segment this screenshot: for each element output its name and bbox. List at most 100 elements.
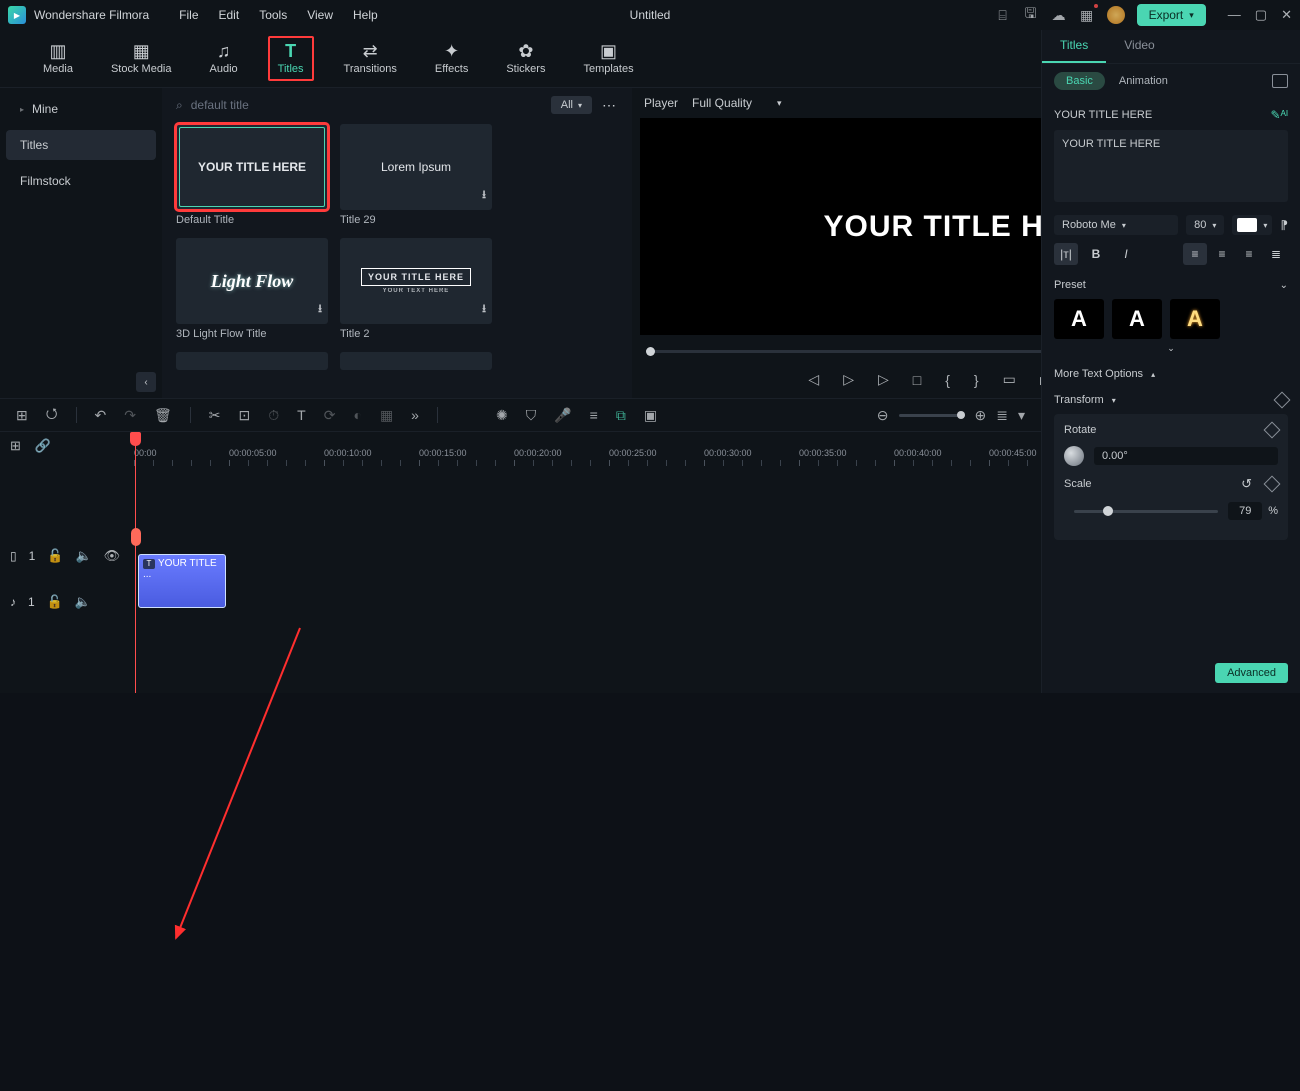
title-preset-light-flow[interactable]: Light Flow⭳ [176, 238, 328, 324]
tab-media[interactable]: ▥Media [35, 38, 81, 79]
delete-button[interactable]: 🗑 [154, 407, 172, 424]
color-icon[interactable]: ◐ [353, 407, 361, 423]
rotate-value[interactable]: 0.00° [1094, 447, 1278, 465]
more-options-icon[interactable]: ⋯ [602, 97, 618, 114]
scale-value[interactable]: 79 [1228, 502, 1262, 520]
play-in-button[interactable]: ▷ [843, 371, 854, 388]
preset-label[interactable]: Preset [1054, 279, 1086, 291]
display-icon[interactable]: ▭ [1003, 371, 1016, 388]
close-button[interactable]: ✕ [1281, 7, 1292, 23]
menu-help[interactable]: Help [353, 8, 378, 22]
tab-titles[interactable]: TTitles [268, 36, 314, 81]
align-right-button[interactable]: ≡ [1237, 243, 1261, 265]
keyframe-icon[interactable] [1264, 422, 1281, 439]
marker-icon[interactable] [131, 528, 141, 546]
select-tool-icon[interactable]: ⭯ [46, 403, 58, 427]
redo-button[interactable]: ↷ [124, 407, 136, 424]
timeline-settings-icon[interactable]: ▾ [1018, 407, 1025, 424]
menu-tools[interactable]: Tools [259, 8, 287, 22]
keyframe-icon[interactable] [1274, 392, 1291, 409]
bold-button[interactable]: B [1084, 243, 1108, 265]
align-center-button[interactable]: ≡ [1210, 243, 1234, 265]
mute-icon[interactable]: 🔈 [75, 594, 91, 610]
rotate-knob[interactable] [1064, 446, 1084, 466]
timeline-grid-icon[interactable]: ⊞ [10, 438, 21, 454]
link-icon[interactable]: 🔗 [35, 438, 51, 454]
stop-button[interactable]: □ [913, 372, 921, 388]
download-icon[interactable]: ⭳ [482, 300, 486, 319]
zoom-in-button[interactable]: ⊕ [975, 407, 987, 424]
mute-icon[interactable]: 🔈 [75, 548, 91, 564]
mixer-icon[interactable]: ≡ [590, 407, 598, 423]
align-left-button[interactable]: ≡ [1183, 243, 1207, 265]
menu-file[interactable]: File [179, 8, 198, 22]
color-swatch[interactable]: ▾ [1232, 215, 1272, 235]
menu-edit[interactable]: Edit [219, 8, 240, 22]
subtab-animation[interactable]: Animation [1119, 75, 1168, 87]
italic-button[interactable]: I [1114, 243, 1138, 265]
collapse-panel-button[interactable]: ‹ [136, 372, 156, 392]
play-button[interactable]: ▷ [878, 371, 889, 388]
title-preset-2[interactable]: YOUR TITLE HEREYOUR TEXT HERE ⭳ [340, 238, 492, 324]
video-track-header[interactable]: ▯1 🔓 🔈 👁 [10, 528, 124, 584]
zoom-slider[interactable] [899, 414, 965, 417]
more-text-options[interactable]: More Text Options▴ [1054, 368, 1288, 380]
timeline-tracks[interactable]: 00:0000:00:05:0000:00:10:0000:00:15:0000… [134, 432, 1041, 693]
advanced-button[interactable]: Advanced [1215, 663, 1288, 683]
tab-stock-media[interactable]: ▦Stock Media [103, 38, 180, 79]
search-input[interactable]: ⌕ default title [176, 98, 541, 113]
download-icon[interactable]: ⭳ [482, 186, 486, 205]
keyframe-icon[interactable] [1264, 476, 1281, 493]
scale-slider[interactable] [1074, 510, 1218, 513]
prev-frame-button[interactable]: ◁ [808, 371, 819, 388]
ai-edit-icon[interactable]: ✎ᴬᴵ [1271, 108, 1289, 122]
text-preset-1[interactable]: A [1054, 299, 1104, 339]
adjust-icon[interactable]: ▦ [380, 407, 393, 424]
layout-icon[interactable]: ⊞ [16, 407, 28, 424]
speed-icon[interactable]: ⏱ [268, 407, 279, 424]
tab-audio[interactable]: ♫Audio [202, 38, 246, 79]
align-justify-button[interactable]: ≣ [1264, 243, 1288, 265]
zoom-out-button[interactable]: ⊖ [877, 407, 889, 424]
frame-icon[interactable]: ▣ [644, 407, 657, 424]
mark-out-button[interactable]: } [974, 372, 979, 388]
cloud-icon[interactable]: ☁ [1051, 7, 1067, 23]
visibility-icon[interactable]: 👁 [104, 548, 121, 564]
minimize-button[interactable]: — [1228, 7, 1241, 23]
inspector-tab-video[interactable]: Video [1106, 30, 1172, 63]
title-text-input[interactable] [1054, 130, 1288, 202]
marker-magnet-icon[interactable]: ⧉ [616, 407, 626, 424]
category-titles[interactable]: Titles [6, 130, 156, 160]
text-preset-3[interactable]: A [1170, 299, 1220, 339]
rotation-icon[interactable]: ⟳ [324, 407, 336, 424]
tab-transitions[interactable]: ⇄Transitions [336, 38, 405, 79]
tab-templates[interactable]: ▣Templates [575, 38, 641, 79]
account-avatar-icon[interactable] [1107, 6, 1125, 24]
more-tools-icon[interactable]: » [411, 407, 419, 423]
chevron-down-icon[interactable]: ⌄ [1280, 280, 1288, 291]
title-preset-default[interactable]: YOUR TITLE HERE [176, 124, 328, 210]
tab-stickers[interactable]: ✿Stickers [498, 38, 553, 79]
maximize-button[interactable]: ▢ [1255, 7, 1267, 23]
inspector-tab-titles[interactable]: Titles [1042, 30, 1106, 63]
zoom-fit-icon[interactable]: ≣ [996, 407, 1008, 424]
audio-track-header[interactable]: ♪1 🔓 🔈 [10, 584, 124, 620]
compare-icon[interactable] [1272, 74, 1288, 88]
letter-spacing-icon[interactable]: |ᴛ| [1054, 243, 1078, 265]
category-filmstock[interactable]: Filmstock [6, 166, 156, 196]
menu-view[interactable]: View [307, 8, 333, 22]
quality-dropdown[interactable]: Full Quality▾ [692, 96, 782, 110]
apps-icon[interactable]: ▦ [1079, 7, 1095, 23]
mark-in-button[interactable]: { [945, 372, 950, 388]
font-family-dropdown[interactable]: Roboto Me▾ [1054, 215, 1178, 235]
category-mine[interactable]: ▸Mine [6, 94, 156, 124]
lock-icon[interactable]: 🔓 [47, 548, 63, 564]
crop-icon[interactable]: ⊡ [239, 407, 251, 424]
timeline-ruler[interactable]: 00:0000:00:05:0000:00:10:0000:00:15:0000… [134, 432, 1041, 458]
title-preset-29[interactable]: Lorem Ipsum⭳ [340, 124, 492, 210]
effects-toggle-icon[interactable]: ✺ [496, 407, 508, 424]
tab-effects[interactable]: ✦Effects [427, 38, 476, 79]
title-preset-placeholder[interactable] [340, 352, 492, 370]
undo-button[interactable]: ↶ [95, 407, 107, 424]
device-icon[interactable]: ⌸ [995, 7, 1011, 23]
